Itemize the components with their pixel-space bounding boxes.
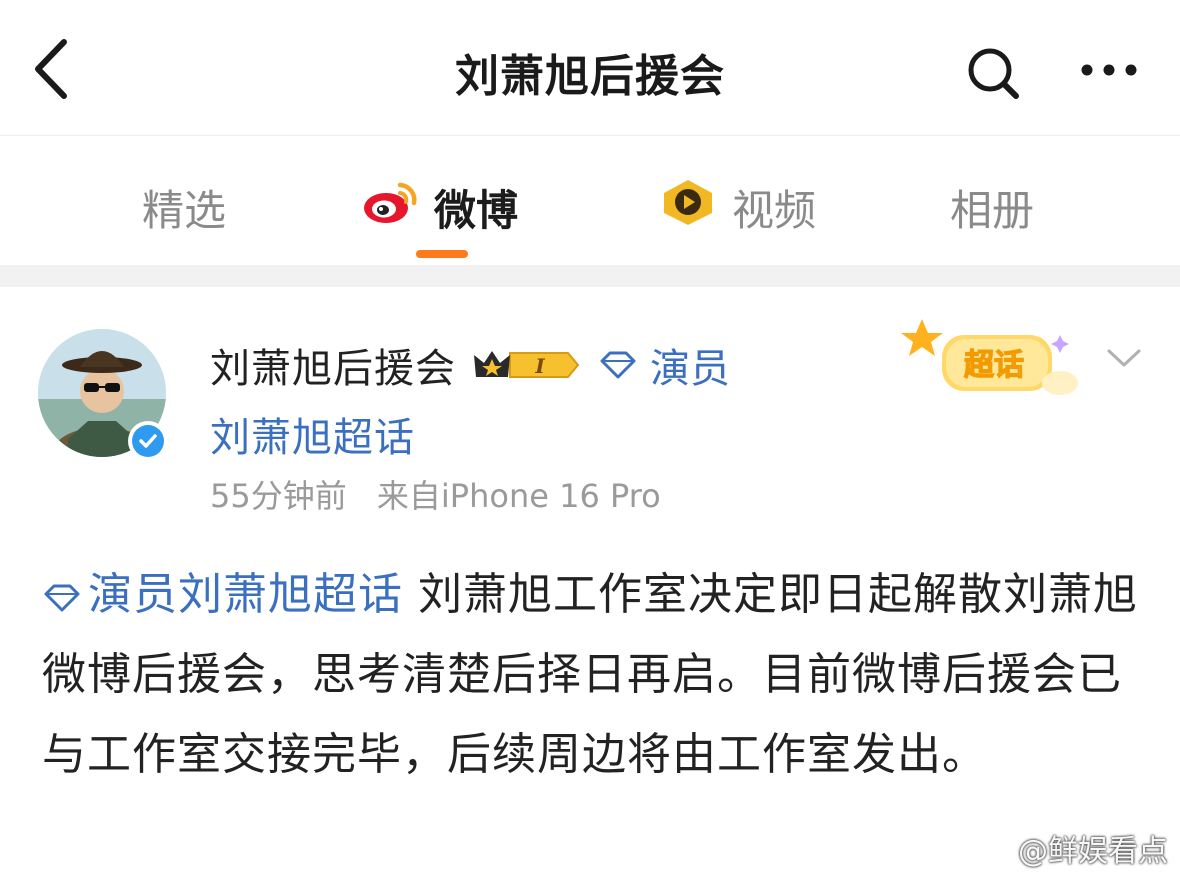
weibo-post: 刘萧旭后援会 I 演员 刘萧旭超话 55分钟前 来自iPhone 16 Pro … [0,287,1180,872]
post-meta: 55分钟前 来自iPhone 16 Pro [210,471,681,517]
tab-featured[interactable]: 精选 [142,177,226,237]
section-divider [0,265,1180,287]
tab-label: 相册 [950,185,1035,235]
role-tag-label: 演员 [650,346,730,392]
more-button[interactable] [1078,50,1140,90]
role-tag[interactable]: 演员 [598,336,730,394]
diamond-icon [44,584,80,612]
chevron-down-icon [1107,349,1141,367]
watermark: @鲜娱看点 [940,828,1168,869]
fan-level-badge: I [470,345,582,385]
tab-album[interactable]: 相册 [950,177,1034,237]
post-menu-button[interactable] [1104,343,1144,373]
inline-topic-label: 演员刘萧旭超话 [88,569,403,620]
post-source: 来自iPhone 16 Pro [376,477,661,515]
watermark-text: @鲜娱看点 [1018,834,1168,869]
tab-label: 视频 [732,185,817,235]
sticker-label: 超话 [964,348,1024,383]
more-dots-icon [1081,64,1137,76]
supertopic-sticker[interactable]: 超话 [900,315,1090,405]
author-name[interactable]: 刘萧旭后援会 [210,336,456,394]
verified-badge [128,421,168,461]
level-number: I [534,354,545,378]
supertopic-link[interactable]: 刘萧旭超话 [210,405,415,463]
weibo-page: 刘萧旭后援会 精选 微博 视频 相册 刘萧旭后援会 I 演员 刘萧旭超话 55分… [0,0,1180,872]
tab-label: 精选 [142,185,227,235]
post-text: 演员刘萧旭超话 刘萧旭工作室决定即日起解散刘萧旭微博后援会，思考清楚后择日再启。… [42,555,1142,795]
checkmark-icon [139,434,157,448]
tab-weibo[interactable]: 微博 [362,177,518,237]
author-row: 刘萧旭后援会 I 演员 [210,337,730,393]
search-icon [968,48,1019,99]
top-bar: 刘萧旭后援会 [0,0,1180,136]
weibo-logo-icon [941,833,1008,864]
active-tab-indicator [416,250,468,258]
tab-bar: 精选 微博 视频 相册 [0,137,1180,265]
search-button[interactable] [962,42,1022,102]
weibo-logo-icon [362,177,420,237]
video-play-icon [658,177,718,237]
tab-label: 微博 [434,185,519,235]
diamond-icon [600,351,636,379]
tab-video[interactable]: 视频 [658,177,816,237]
post-timestamp: 55分钟前 [210,477,347,515]
inline-supertopic-link[interactable]: 演员刘萧旭超话 [42,569,403,620]
